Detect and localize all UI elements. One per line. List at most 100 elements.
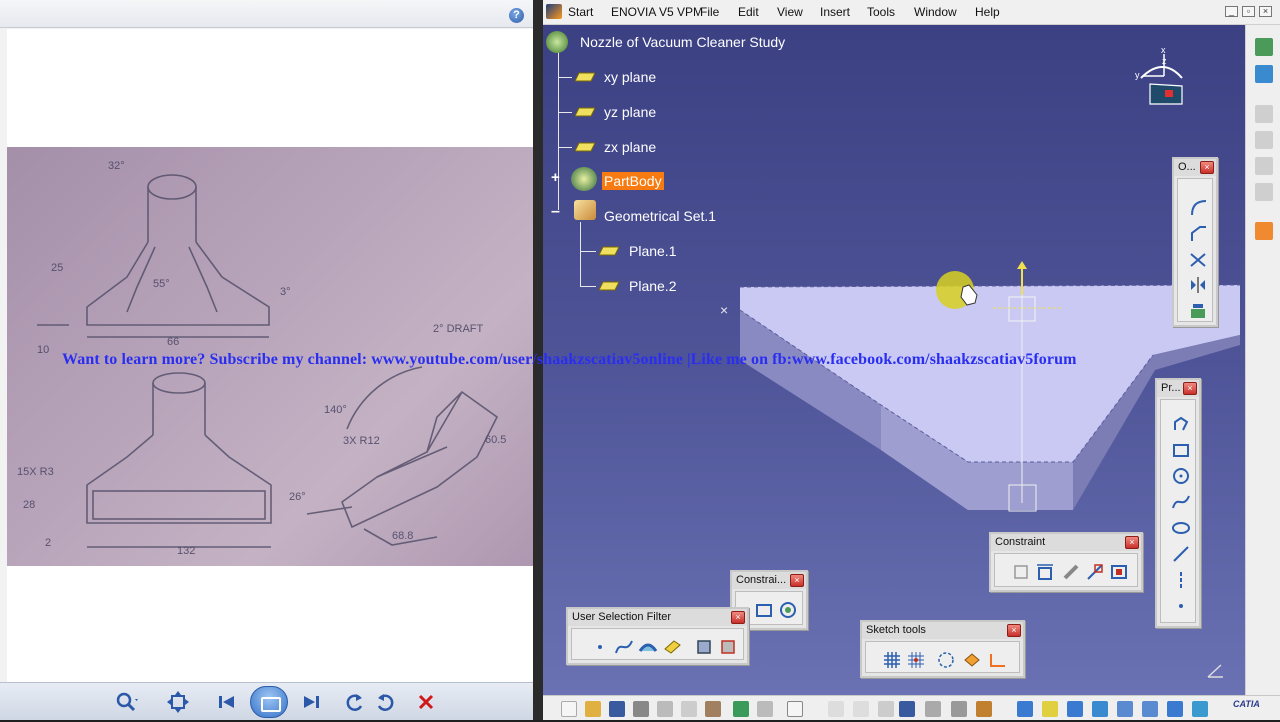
new-icon[interactable] <box>561 701 577 717</box>
whats-this-icon[interactable] <box>787 701 803 717</box>
menu-file[interactable]: File <box>700 5 719 19</box>
menu-insert[interactable]: Insert <box>820 5 850 19</box>
material-icon[interactable] <box>976 701 992 717</box>
tree-item-plane-2[interactable]: Plane.2 <box>629 278 676 294</box>
zoom-in-icon[interactable] <box>1117 701 1133 717</box>
fit-all-icon[interactable] <box>1042 701 1058 717</box>
dimensional-constraints-toggle-icon[interactable] <box>988 650 1008 670</box>
normal-view-icon[interactable] <box>1167 701 1183 717</box>
actual-size-icon[interactable] <box>166 690 190 714</box>
dimensional-constraints-icon[interactable] <box>778 600 798 620</box>
rectangle-icon[interactable] <box>1171 440 1191 460</box>
point-filter-icon[interactable] <box>590 637 610 657</box>
tree-item-plane-1[interactable]: Plane.1 <box>629 243 676 259</box>
pan-icon[interactable] <box>1067 701 1083 717</box>
analysis-icon[interactable] <box>951 701 967 717</box>
curve-filter-icon[interactable] <box>614 637 634 657</box>
circle-icon[interactable] <box>1171 466 1191 486</box>
close-operation-toolbar-icon[interactable]: × <box>1200 161 1214 174</box>
slideshow-icon[interactable] <box>250 686 288 718</box>
geometrical-constraints-toggle-icon[interactable] <box>962 650 982 670</box>
close-profile-toolbar-icon[interactable]: × <box>1183 382 1197 395</box>
menu-help[interactable]: Help <box>975 5 1000 19</box>
product-gear-icon[interactable] <box>546 31 568 53</box>
tool-gray-2-icon[interactable] <box>1255 131 1273 149</box>
compass-icon[interactable]: x y z <box>1135 45 1185 108</box>
formula-icon[interactable] <box>828 701 844 717</box>
tree-item-partbody[interactable]: PartBody <box>602 172 664 190</box>
close-selection-filter-icon[interactable]: × <box>731 611 745 624</box>
close-sketch-tools-icon[interactable]: × <box>1007 624 1021 637</box>
save-icon[interactable] <box>609 701 625 717</box>
construction-element-icon[interactable] <box>936 650 956 670</box>
snap-to-point-icon[interactable] <box>906 650 926 670</box>
rotate-clockwise-icon[interactable] <box>373 690 397 714</box>
previous-image-icon[interactable] <box>214 690 238 714</box>
close-constraint-toolbar-icon[interactable]: × <box>1125 536 1139 549</box>
tree-item-zx-plane[interactable]: zx plane <box>604 139 656 155</box>
print-icon[interactable] <box>633 701 649 717</box>
next-image-icon[interactable] <box>300 690 324 714</box>
sketcher-icon[interactable] <box>1255 65 1273 83</box>
ellipse-icon[interactable] <box>1171 518 1191 538</box>
copy-icon[interactable] <box>681 701 697 717</box>
paste-icon[interactable] <box>705 701 721 717</box>
user-selection-filter-title[interactable]: User Selection Filter <box>568 609 747 626</box>
menu-view[interactable]: View <box>777 5 803 19</box>
sketch-tools-title[interactable]: Sketch tools <box>862 622 1023 639</box>
geometrical-constraints-icon[interactable] <box>754 600 774 620</box>
axis-icon[interactable] <box>1171 570 1191 590</box>
tool-gray-3-icon[interactable] <box>1255 157 1273 175</box>
tree-root-label[interactable]: Nozzle of Vacuum Cleaner Study <box>580 34 785 50</box>
menu-tools[interactable]: Tools <box>867 5 895 19</box>
constraint-icon[interactable] <box>1035 562 1055 582</box>
collapse-minus-icon[interactable]: – <box>551 204 564 220</box>
delete-icon[interactable] <box>414 690 438 714</box>
help-icon[interactable]: ? <box>509 8 524 23</box>
edit-multi-constraint-icon[interactable] <box>1109 562 1129 582</box>
contact-constraint-icon[interactable] <box>1061 562 1081 582</box>
menu-start[interactable]: Start <box>568 5 593 19</box>
menu-window[interactable]: Window <box>914 5 957 19</box>
line-icon[interactable] <box>1171 544 1191 564</box>
menu-enovia[interactable]: ENOVIA V5 VPM <box>611 5 703 19</box>
cut-icon[interactable] <box>657 701 673 717</box>
tree-item-yz-plane[interactable]: yz plane <box>604 104 656 120</box>
restore-icon[interactable]: ▫ <box>1242 6 1255 17</box>
exit-workbench-icon[interactable] <box>1255 38 1273 56</box>
point-icon[interactable] <box>1171 596 1191 616</box>
project-3d-elements-icon[interactable] <box>1188 301 1208 321</box>
rotate-counterclockwise-icon[interactable] <box>343 690 367 714</box>
undo-icon[interactable] <box>733 701 749 717</box>
knowledge-icon[interactable] <box>853 701 869 717</box>
rotate-icon[interactable] <box>1092 701 1108 717</box>
zoom-out-icon[interactable] <box>1142 701 1158 717</box>
pointer-tool-icon[interactable] <box>1255 222 1273 240</box>
tool-gray-4-icon[interactable] <box>1255 183 1273 201</box>
corner-icon[interactable] <box>1188 197 1208 217</box>
close-constraint-small-toolbar-icon[interactable]: × <box>790 574 804 587</box>
table-icon[interactable] <box>899 701 915 717</box>
redo-icon[interactable] <box>757 701 773 717</box>
spline-icon[interactable] <box>1171 492 1191 512</box>
constraint-dialog-icon[interactable] <box>1011 562 1031 582</box>
fix-together-icon[interactable] <box>1085 562 1105 582</box>
view-cube-icon[interactable] <box>1192 701 1208 717</box>
tool-gray-1-icon[interactable] <box>1255 105 1273 123</box>
menu-edit[interactable]: Edit <box>738 5 759 19</box>
mirror-icon[interactable] <box>1188 275 1208 295</box>
profile-icon[interactable] <box>1171 414 1191 434</box>
fly-mode-icon[interactable] <box>1017 701 1033 717</box>
zoom-icon[interactable] <box>114 690 138 714</box>
constraint-toolbar-title[interactable]: Constraint <box>991 534 1141 551</box>
volume-filter-icon[interactable] <box>662 637 682 657</box>
expand-plus-icon[interactable]: + <box>551 170 564 185</box>
feature-element-filter-icon[interactable] <box>694 637 714 657</box>
macro-icon[interactable] <box>878 701 894 717</box>
geometrical-element-filter-icon[interactable] <box>718 637 738 657</box>
open-icon[interactable] <box>585 701 601 717</box>
tree-item-geometrical-set[interactable]: Geometrical Set.1 <box>604 208 716 224</box>
close-window-icon[interactable]: × <box>1259 6 1272 17</box>
minimize-icon[interactable]: _ <box>1225 6 1238 17</box>
surface-filter-icon[interactable] <box>638 637 658 657</box>
